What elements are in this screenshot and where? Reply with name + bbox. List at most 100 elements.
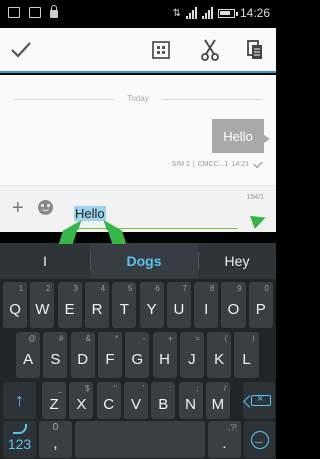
key-v[interactable]: ' V [123, 382, 149, 419]
key-label: G [131, 350, 144, 368]
key-hint: @ [28, 334, 37, 343]
status-bar: ⇅ 14:26 [0, 0, 276, 28]
message-carrier: CMCC...1 [197, 161, 229, 168]
key-label: M [211, 396, 225, 413]
message-notification-icon [8, 7, 20, 18]
key-l[interactable]: ) L [234, 332, 259, 378]
key-y[interactable]: 6Y [139, 282, 164, 328]
input-underline [68, 228, 238, 229]
key-hint: ) [251, 334, 255, 343]
comma-key[interactable]: , [39, 421, 72, 458]
period-key[interactable]: ,?! . [208, 421, 241, 458]
space-key[interactable] [75, 421, 205, 458]
number-mode-key[interactable]: 123 [3, 421, 36, 458]
microphone-icon [52, 423, 58, 430]
backspace-key[interactable] [243, 382, 275, 419]
key-label: J [188, 350, 196, 368]
suggestion-2[interactable]: Dogs [90, 243, 198, 279]
message-meta: SIM 2 | CMCC...1 14:21 [171, 158, 263, 169]
message-bubble[interactable]: Hello [212, 119, 270, 153]
key-hint: - [142, 334, 146, 343]
key-hint: _ [57, 384, 63, 393]
emoji-icon[interactable] [38, 200, 53, 215]
key-d[interactable]: & D [70, 332, 95, 378]
emoji-key[interactable] [244, 421, 275, 458]
suggestion-1[interactable]: I [0, 243, 90, 279]
swiftkey-logo-icon [13, 424, 27, 434]
key-hint: 8 [209, 284, 215, 293]
select-all-button[interactable] [146, 36, 176, 64]
done-button[interactable] [6, 36, 36, 64]
key-label: P [255, 300, 266, 318]
selection-handle-start[interactable] [58, 230, 78, 244]
compose-bar: + Hello 154/1 [0, 185, 276, 232]
send-icon[interactable] [250, 211, 268, 229]
key-g[interactable]: -G [125, 332, 150, 378]
attach-button[interactable]: + [12, 198, 24, 218]
key-hint: 4 [100, 284, 106, 293]
key-h[interactable]: + H [152, 332, 177, 378]
key-label: H [159, 350, 171, 368]
key-hint: ' [142, 384, 145, 393]
number-mode-label: 123 [7, 435, 32, 452]
key-label: R [91, 300, 103, 318]
message-sim: SIM 2 [171, 161, 190, 168]
period-hint: ,?! [228, 423, 237, 432]
smiley-icon [250, 430, 269, 449]
key-label: A [23, 350, 34, 368]
key-label: D [77, 350, 89, 368]
key-k[interactable]: (K [207, 332, 232, 378]
divider [14, 99, 114, 100]
key-label: F [105, 350, 115, 368]
period-label: . [222, 435, 227, 452]
selection-handle-end[interactable] [107, 230, 127, 244]
key-m[interactable]: / M [205, 382, 230, 419]
message-time: 14:21 [231, 161, 249, 168]
key-n[interactable]: ; N [178, 382, 203, 419]
key-w[interactable]: 2W [30, 282, 55, 328]
key-r[interactable]: 4R [84, 282, 110, 328]
copy-button[interactable] [240, 36, 270, 64]
key-label: T [119, 300, 129, 318]
key-label: E [64, 300, 75, 318]
key-hint: 2 [46, 284, 51, 293]
key-f[interactable]: * F [97, 332, 123, 378]
key-p[interactable]: 0P [248, 282, 273, 328]
shift-key[interactable]: ↑ [3, 382, 36, 419]
message-input[interactable]: Hello [74, 206, 106, 221]
key-c[interactable]: " C [96, 382, 121, 419]
selected-text: Hello [74, 206, 106, 221]
key-s[interactable]: # S [43, 332, 68, 378]
key-label: X [76, 396, 87, 413]
key-i[interactable]: 8I [194, 282, 219, 328]
cut-button[interactable] [195, 36, 225, 64]
lock-icon [50, 4, 58, 18]
suggestion-3[interactable]: Hey [198, 243, 276, 279]
keyboard: I Dogs Hey 1 Q 2 W 3 E 4 R 5 T 6 Y 7 U 8 I 9 O 0 P @ A # S & D * F -… [0, 243, 276, 459]
divider [90, 252, 91, 270]
key-hint: 1 [18, 284, 24, 293]
key-o[interactable]: 9O [221, 282, 246, 328]
key-b[interactable]: :B [151, 382, 176, 419]
key-hint: 9 [237, 284, 242, 293]
delivered-check-icon [253, 158, 263, 169]
selection-action-bar [0, 28, 276, 73]
divider [198, 252, 199, 270]
key-q[interactable]: 1Q [3, 282, 28, 328]
key-hint: & [85, 334, 91, 343]
key-e[interactable]: 3E [57, 282, 82, 328]
key-j[interactable]: = J [179, 332, 204, 378]
key-hint: 5 [127, 284, 133, 293]
key-x[interactable]: $ X [69, 382, 94, 419]
conversation-view: Today Hello SIM 2 | CMCC...1 14:21 [0, 75, 276, 185]
divider [162, 99, 262, 100]
key-a[interactable]: @ A [16, 332, 41, 378]
key-label: Y [146, 300, 157, 318]
scissors-icon [201, 39, 219, 61]
key-u[interactable]: 7U [166, 282, 191, 328]
key-z[interactable]: _ Z [42, 382, 67, 419]
data-sync-icon: ⇅ [172, 7, 181, 19]
check-icon [11, 42, 31, 58]
backspace-icon [251, 393, 271, 406]
key-t[interactable]: 5T [112, 282, 137, 328]
